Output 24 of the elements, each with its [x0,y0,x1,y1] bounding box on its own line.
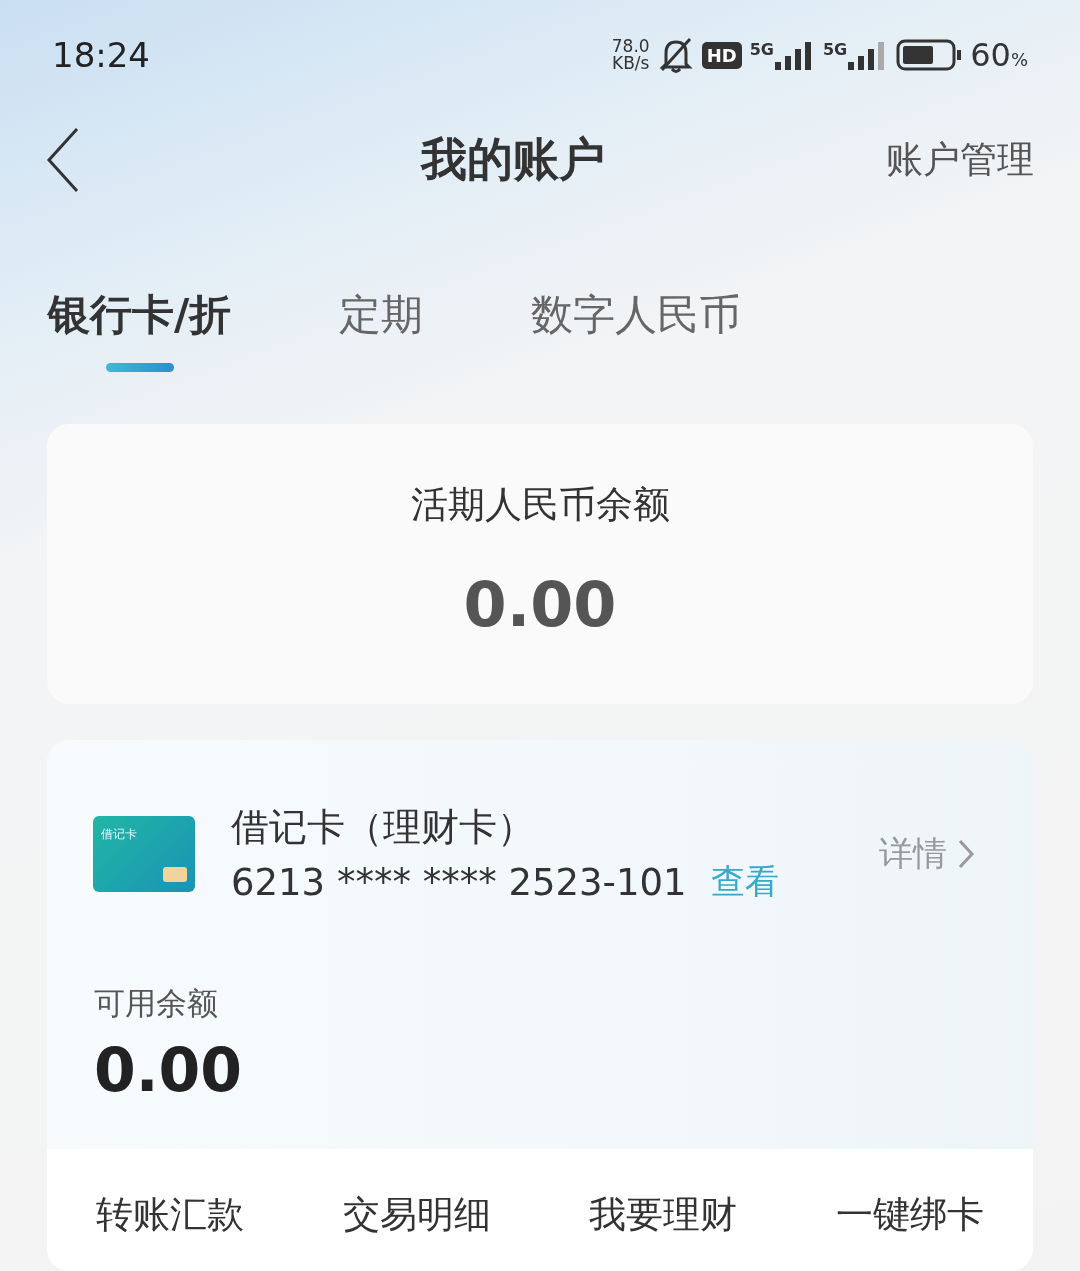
back-icon[interactable] [46,127,80,193]
chevron-right-icon [957,837,975,870]
card-number: 6213 **** **** 2523-101 [231,860,687,904]
battery-icon [896,39,963,71]
account-management-link[interactable]: 账户管理 [886,135,1034,185]
available-balance: 0.00 [93,1034,244,1105]
available-balance-label: 可用余额 [93,984,219,1023]
bell-muted-icon [657,36,694,74]
action-button[interactable]: 转账汇款 [90,1189,251,1241]
page-title: 我的账户 [419,131,606,188]
network-speed: 78.0 KB/s [611,38,650,72]
battery-percent: 60% [970,36,1028,74]
balance-label: 活期人民币余额 [410,482,670,528]
card-name: 借记卡（理财卡） [231,804,536,851]
tab[interactable]: 数字人民币 [531,287,742,387]
tab[interactable]: 银行卡/折 [48,287,232,387]
tab[interactable]: 定期 [339,287,424,387]
hd-badge: HD [701,41,742,69]
action-button[interactable]: 我要理财 [583,1189,744,1241]
balance-amount: 0.00 [463,568,617,641]
clock: 18:24 [52,35,151,75]
action-button[interactable]: 一键绑卡 [829,1189,990,1241]
action-button[interactable]: 交易明细 [336,1189,497,1241]
bank-card-thumbnail: 借记卡 [93,815,195,892]
